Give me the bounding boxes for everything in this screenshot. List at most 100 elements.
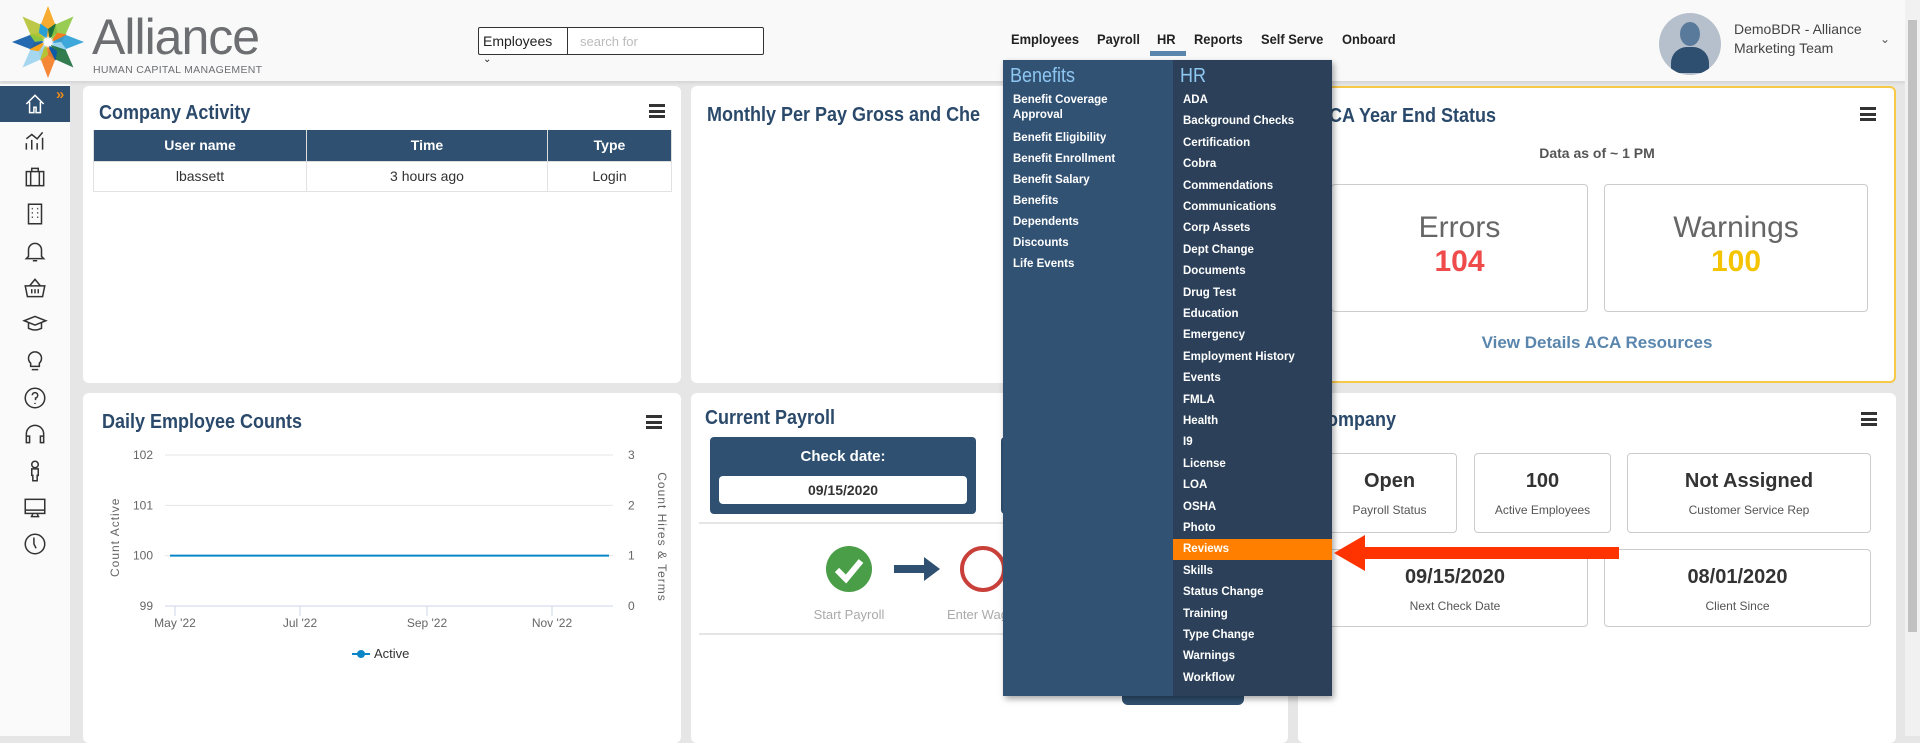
alliance-logo [12,6,84,78]
nav-hr[interactable]: HR [1157,31,1176,47]
y-axis-label: Count Active [108,497,122,577]
menu-item-communications[interactable]: Communications [1173,197,1332,218]
cell-user: lbassett [93,160,307,192]
sidebar-item-lightbulb[interactable] [0,343,70,379]
menu-item[interactable]: Discounts [1013,236,1069,251]
menu-item[interactable]: Benefit Salary [1013,173,1090,188]
menu-item-type-change[interactable]: Type Change [1173,625,1332,646]
sidebar-item-bell[interactable] [0,233,70,269]
sidebar-item-headset[interactable] [0,416,70,452]
search-scope-select[interactable]: Employees ⌄ [478,27,567,65]
menu-item-drug-test[interactable]: Drug Test [1173,283,1332,304]
hr-column: HR ADA Background Checks Certification Cobr… [1173,60,1332,696]
menu-item-commendations[interactable]: Commendations [1173,176,1332,197]
menu-item-ada[interactable]: ADA [1173,90,1332,111]
menu-item-training[interactable]: Training [1173,604,1332,625]
circle-icon[interactable] [959,545,1007,593]
menu-item-osha[interactable]: OSHA [1173,497,1332,518]
x-tick-label: May '22 [154,616,196,630]
warnings-label: Warnings [1673,211,1799,244]
benefits-header: Benefits [1010,65,1076,87]
cell-type: Login [547,160,672,192]
menu-item-status-change[interactable]: Status Change [1173,582,1332,603]
y-tick-label: 99 [140,599,154,613]
table-row[interactable]: lbassett 3 hours ago Login [93,160,672,192]
menu-item[interactable]: Life Events [1013,257,1074,272]
step-label: Start Payroll [813,607,885,622]
step-label: Enter Wag [947,607,1008,622]
check-date-value: 09/15/2020 [719,476,967,504]
card-title: Company Activity [99,102,251,124]
y-tick-label: 100 [133,549,153,563]
menu-item-reviews[interactable]: Reviews [1173,539,1332,561]
menu-item-dept-change[interactable]: Dept Change [1173,240,1332,261]
menu-item[interactable]: Benefit Eligibility [1013,131,1106,146]
menu-icon[interactable] [649,104,665,118]
menu-item-education[interactable]: Education [1173,304,1332,325]
chevron-down-icon[interactable]: ⌄ [1880,32,1890,46]
check-circle-icon[interactable] [825,545,873,593]
menu-icon[interactable] [1861,412,1877,426]
nav-onboard[interactable]: Onboard [1342,31,1396,47]
menu-item-cobra[interactable]: Cobra [1173,154,1332,175]
menu-item-workflow[interactable]: Workflow [1173,668,1332,689]
help-icon [24,387,46,409]
nav-self-serve[interactable]: Self Serve [1261,31,1323,47]
sidebar-item-analytics[interactable] [0,123,70,159]
expand-sidebar-icon[interactable]: » [56,86,64,103]
view-details-link[interactable]: View Details ACA Resources [1300,333,1894,353]
errors-box[interactable]: Errors 104 [1331,184,1588,312]
scrollbar[interactable] [1905,0,1920,736]
card-title: Monthly Per Pay Gross and Che [707,104,981,126]
warnings-box[interactable]: Warnings 100 [1604,184,1868,312]
check-date-label: Check date: [800,448,886,465]
user-name[interactable]: DemoBDR - Alliance Marketing Team [1734,20,1862,58]
legend-active[interactable]: Active [352,646,409,661]
search-input[interactable]: search for [567,27,764,55]
sidebar-item-help[interactable] [0,380,70,416]
menu-item-skills[interactable]: Skills [1173,561,1332,582]
benefits-column: Benefits Benefit Coverage Approval Benefi… [1003,60,1173,696]
x-tick-label: Sep '22 [407,616,448,630]
menu-item[interactable]: Benefit Enrollment [1013,152,1115,167]
sidebar-item-graduation-cap[interactable] [0,306,70,342]
nav-payroll[interactable]: Payroll [1097,31,1140,47]
annotation-arrow-icon [1334,535,1619,571]
menu-item-certification[interactable]: Certification [1173,133,1332,154]
menu-icon[interactable] [1860,107,1876,121]
menu-item-events[interactable]: Events [1173,368,1332,389]
y-right-tick-label: 2 [628,498,635,512]
sidebar-item-clock[interactable] [0,526,70,562]
sidebar-item-building[interactable] [0,196,70,232]
sidebar-item-briefcase[interactable] [0,159,70,195]
active-nav-indicator [1150,51,1186,56]
company-activity-card: Company Activity User name Time Type lba… [83,86,681,383]
menu-item-warnings[interactable]: Warnings [1173,646,1332,667]
menu-item-health[interactable]: Health [1173,411,1332,432]
menu-item-employment-history[interactable]: Employment History [1173,347,1332,368]
sidebar-item-monitor[interactable] [0,490,70,526]
menu-item-emergency[interactable]: Emergency [1173,325,1332,346]
clock-icon [24,533,46,555]
nav-reports[interactable]: Reports [1194,31,1243,47]
menu-item-corp-assets[interactable]: Corp Assets [1173,218,1332,239]
avatar[interactable] [1659,13,1721,75]
card-title: Current Payroll [705,407,836,429]
menu-item-license[interactable]: License [1173,454,1332,475]
menu-item-photo[interactable]: Photo [1173,518,1332,539]
daily-counts-chart: 99 100 101 102 0 1 2 3 May '22 Jul '22 Sep '22 Nov … [133,448,635,630]
menu-item[interactable]: Dependents [1013,215,1079,230]
check-date-box: Check date: 09/15/2020 [710,437,976,514]
sidebar-item-person[interactable] [0,453,70,489]
menu-item-i9[interactable]: I9 [1173,432,1332,453]
nav-employees[interactable]: Employees [1011,31,1079,47]
menu-item[interactable]: Benefits [1013,194,1058,209]
menu-item-loa[interactable]: LOA [1173,475,1332,496]
sidebar-item-basket[interactable] [0,270,70,306]
menu-item-fmla[interactable]: FMLA [1173,390,1332,411]
hr-header: HR [1180,65,1207,87]
y-tick-label: 101 [133,498,153,512]
menu-item[interactable]: Benefit Coverage Approval [1013,93,1123,123]
menu-item-background-checks[interactable]: Background Checks [1173,111,1332,132]
menu-item-documents[interactable]: Documents [1173,261,1332,282]
